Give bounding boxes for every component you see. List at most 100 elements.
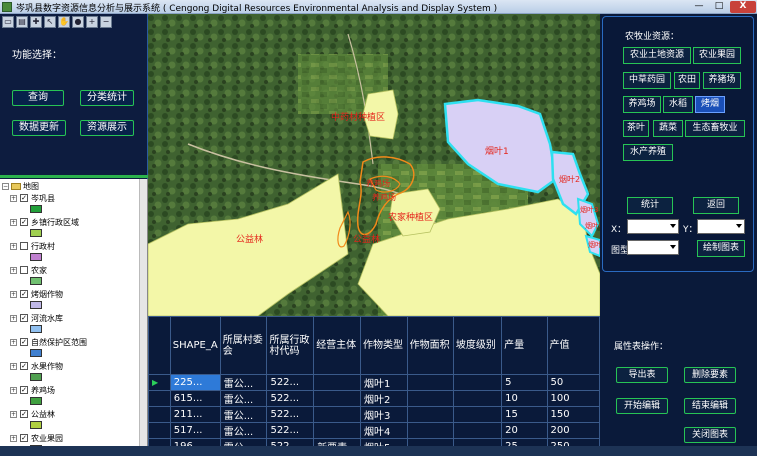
expand-icon[interactable]: + (10, 434, 17, 442)
layer-item[interactable]: + ✓ 公益林 (10, 409, 55, 419)
res-button-farmland[interactable]: 农田 (674, 72, 700, 89)
row-selector[interactable] (148, 406, 171, 423)
layer-item[interactable]: + ✓ 农业果园 (10, 433, 63, 443)
chart-type-select[interactable] (627, 240, 679, 255)
layer-visibility-checkbox[interactable]: ✓ (20, 386, 28, 394)
column-header[interactable]: 经营主体 (313, 316, 361, 375)
layer-visibility-checkbox[interactable]: ✓ (20, 434, 28, 442)
stats-button[interactable]: 统计 (627, 197, 673, 214)
res-button-eco-livestock[interactable]: 生态畜牧业 (685, 120, 745, 137)
layer-scrollbar[interactable] (139, 179, 147, 456)
table-row[interactable]: 615... 雷公... 522... 烟叶2 10 100 (148, 390, 600, 407)
layer-visibility-checkbox[interactable] (20, 266, 28, 274)
layer-item[interactable]: + ✓ 烤烟作物 (10, 289, 63, 299)
table-cell[interactable] (406, 374, 454, 391)
table-cell[interactable]: 5 (501, 374, 548, 391)
table-cell[interactable] (406, 422, 454, 439)
table-row[interactable]: ▶ 225... 雷公... 522... 烟叶1 5 50 (148, 374, 600, 391)
table-cell[interactable]: 15 (501, 406, 548, 423)
layer-root[interactable]: − 地图 (2, 181, 39, 192)
res-button-vegetable[interactable]: 蔬菜 (653, 120, 683, 137)
expand-icon[interactable]: + (10, 410, 17, 418)
res-button-rice[interactable]: 水稻 (663, 96, 693, 113)
table-cell[interactable] (406, 406, 454, 423)
table-row[interactable]: 517... 雷公... 522... 烟叶4 20 200 (148, 422, 600, 439)
table-cell[interactable] (452, 406, 503, 423)
layer-visibility-checkbox[interactable]: ✓ (20, 410, 28, 418)
map-view[interactable]: 中药材种植区 烟叶1 烟叶2 烟叶3 烟叶4 烟叶5 公益林 公益林 农家种植区… (148, 14, 600, 316)
globe-icon[interactable]: ● (72, 16, 84, 28)
layer-visibility-checkbox[interactable]: ✓ (20, 218, 28, 226)
expand-icon[interactable]: + (10, 218, 17, 226)
row-selector[interactable]: ▶ (148, 374, 171, 391)
back-button[interactable]: 返回 (693, 197, 739, 214)
layer-item[interactable]: + ✓ 岑巩县 (10, 193, 55, 203)
end-edit-button[interactable]: 结束编辑 (684, 398, 736, 414)
layer-item[interactable]: + 行政村 (10, 241, 55, 251)
zoom-in-icon[interactable]: ✚ (30, 16, 42, 28)
close-button[interactable]: X (730, 1, 756, 13)
expand-icon[interactable]: + (10, 242, 17, 250)
table-cell[interactable]: 200 (546, 422, 600, 439)
table-cell[interactable]: 10 (501, 390, 548, 407)
table-cell[interactable]: 烟叶2 (359, 390, 408, 407)
layer-item[interactable]: + ✓ 水果作物 (10, 361, 63, 371)
table-row[interactable]: 211... 雷公... 522... 烟叶3 15 150 (148, 406, 600, 423)
column-header[interactable]: 作物面积 (406, 316, 454, 375)
column-header[interactable]: 作物类型 (359, 316, 408, 375)
row-selector[interactable] (148, 422, 171, 439)
table-cell[interactable]: 雷公... (219, 374, 268, 391)
layer-item[interactable]: + ✓ 河流水库 (10, 313, 63, 323)
table-cell[interactable]: 50 (546, 374, 600, 391)
expand-icon[interactable]: + (10, 386, 17, 394)
layer-visibility-checkbox[interactable] (20, 242, 28, 250)
column-header[interactable]: 所属村委会 (219, 316, 268, 375)
layer-visibility-checkbox[interactable]: ✓ (20, 194, 28, 202)
layer-visibility-checkbox[interactable]: ✓ (20, 362, 28, 370)
column-header[interactable]: 产值 (546, 316, 600, 375)
table-cell[interactable]: 20 (501, 422, 548, 439)
table-cell[interactable]: 150 (546, 406, 600, 423)
export-table-button[interactable]: 导出表 (616, 367, 668, 383)
select-arrow-icon[interactable]: ↖ (44, 16, 56, 28)
table-cell[interactable]: 522... (266, 422, 315, 439)
expand-icon[interactable]: + (10, 362, 17, 370)
table-cell[interactable]: 烟叶3 (359, 406, 408, 423)
table-cell[interactable] (452, 374, 503, 391)
table-cell[interactable]: 雷公... (219, 422, 268, 439)
layer-item[interactable]: + ✓ 乡镇行政区域 (10, 217, 79, 227)
expand-icon[interactable]: + (10, 314, 17, 322)
row-selector[interactable] (148, 390, 171, 407)
minimize-button[interactable]: — (690, 1, 708, 13)
open-icon[interactable]: ▭ (2, 16, 14, 28)
table-cell[interactable]: 100 (546, 390, 600, 407)
res-button-chicken-farm[interactable]: 养鸡场 (623, 96, 661, 113)
table-cell[interactable] (406, 390, 454, 407)
save-icon[interactable]: ▤ (16, 16, 28, 28)
query-button[interactable]: 查询 (12, 90, 64, 106)
expand-icon[interactable]: + (10, 194, 17, 202)
y-field-select[interactable] (697, 219, 745, 234)
expand-icon[interactable]: + (10, 290, 17, 298)
delete-feature-button[interactable]: 删除要素 (684, 367, 736, 383)
table-cell[interactable]: 雷公... (219, 390, 268, 407)
collapse-icon[interactable]: − (2, 183, 9, 190)
table-cell[interactable]: 522... (266, 406, 315, 423)
close-table-button[interactable]: 关闭图表 (684, 427, 736, 443)
res-button-tea[interactable]: 茶叶 (623, 120, 649, 137)
zoom-in-plus-icon[interactable]: + (86, 16, 98, 28)
classify-stats-button[interactable]: 分类统计 (80, 90, 134, 106)
layer-item[interactable]: + ✓ 自然保护区范围 (10, 337, 87, 347)
table-cell[interactable]: 522... (266, 374, 315, 391)
pan-hand-icon[interactable]: ✋ (58, 16, 70, 28)
table-cell[interactable]: 211... (169, 406, 221, 423)
table-cell[interactable] (452, 422, 503, 439)
column-header[interactable]: 坡度级别 (452, 316, 503, 375)
res-button-herb-garden[interactable]: 中草药园 (623, 72, 671, 89)
zoom-out-minus-icon[interactable]: − (100, 16, 112, 28)
layer-item[interactable]: + ✓ 养鸡场 (10, 385, 55, 395)
table-cell[interactable]: 517... (169, 422, 221, 439)
column-header[interactable]: 所属行政村代码 (266, 316, 315, 375)
data-update-button[interactable]: 数据更新 (12, 120, 66, 136)
res-button-pig-farm[interactable]: 养猪场 (703, 72, 741, 89)
